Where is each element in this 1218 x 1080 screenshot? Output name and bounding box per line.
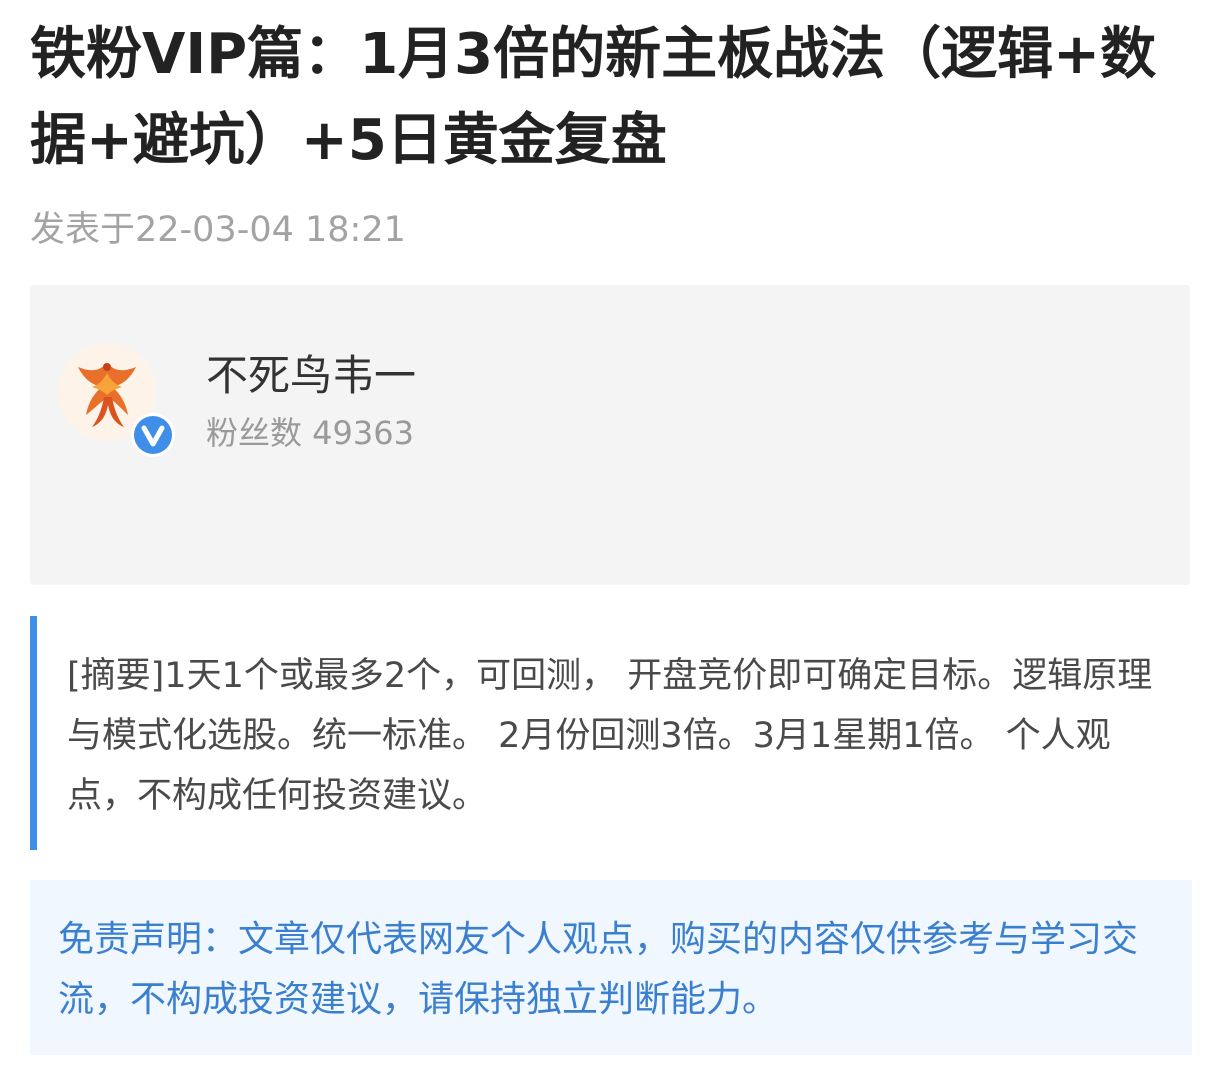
author-card[interactable]: 不死鸟韦一 粉丝数 49363	[30, 285, 1190, 585]
fans-count: 粉丝数 49363	[206, 414, 414, 452]
summary-text: [摘要]1天1个或最多2个，可回测， 开盘竞价即可确定目标。逻辑原理与模式化选股…	[67, 656, 1153, 816]
article-summary: [摘要]1天1个或最多2个，可回测， 开盘竞价即可确定目标。逻辑原理与模式化选股…	[30, 616, 1190, 850]
disclaimer-text: 免责声明：文章仅代表网友个人观点，购买的内容仅供参考与学习交流，不构成投资建议，…	[58, 919, 1139, 1020]
disclaimer-box: 免责声明：文章仅代表网友个人观点，购买的内容仅供参考与学习交流，不构成投资建议，…	[30, 880, 1192, 1055]
author-name[interactable]: 不死鸟韦一	[206, 347, 416, 405]
post-timestamp: 发表于22-03-04 18:21	[30, 210, 406, 250]
article-title: 铁粉VIP篇：1月3倍的新主板战法（逻辑+数据+避坑）+5日黄金复盘	[30, 22, 1157, 173]
verified-v-icon	[131, 413, 175, 457]
